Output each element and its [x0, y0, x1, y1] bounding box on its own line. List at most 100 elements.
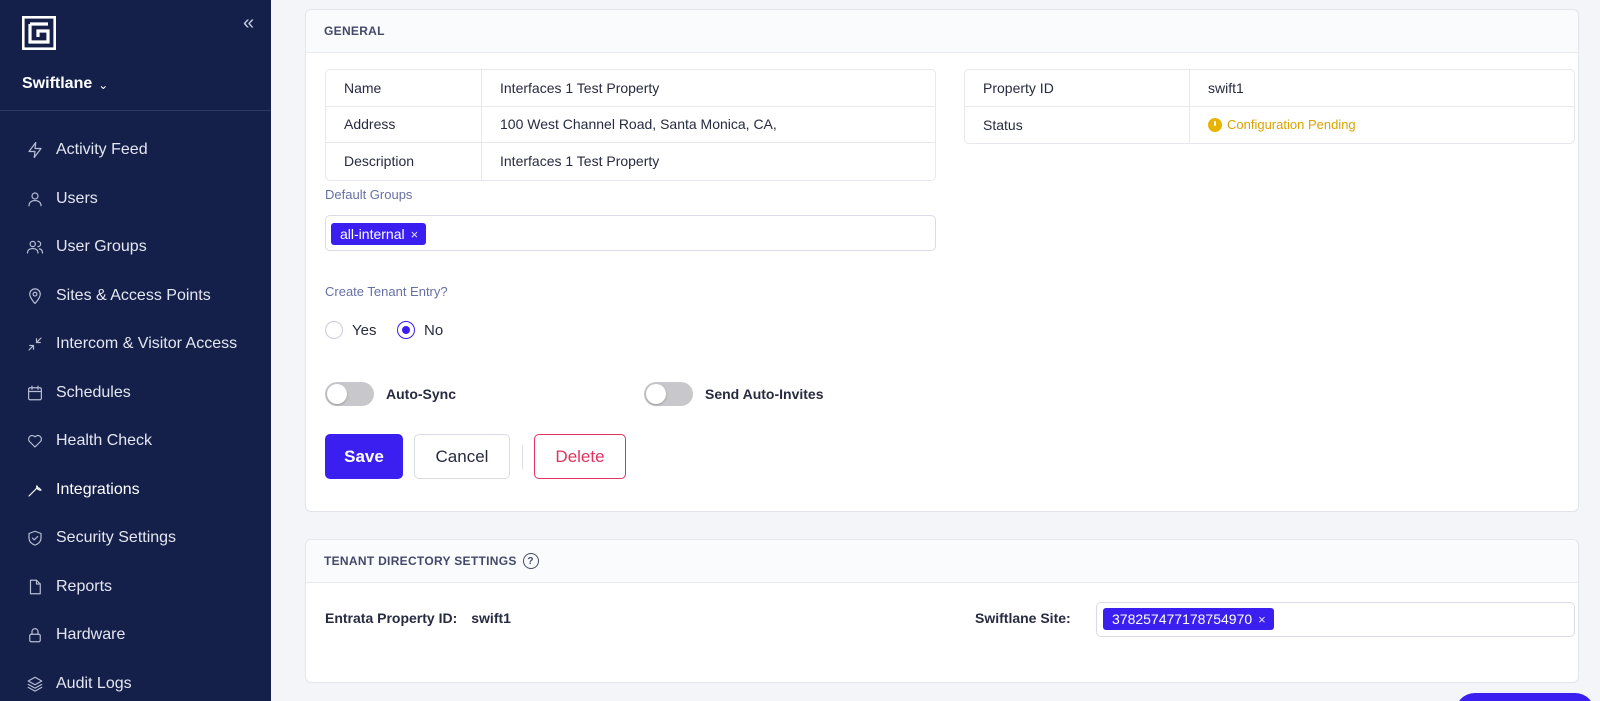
file-icon [29, 579, 41, 595]
radio-no[interactable]: No [397, 321, 443, 339]
sidebar-item-label: Audit Logs [56, 674, 132, 692]
site-tag[interactable]: 378257477178754970 × [1103, 608, 1274, 630]
sidebar-item-hardware[interactable]: Hardware [0, 611, 271, 660]
radio-yes[interactable]: Yes [325, 321, 376, 339]
general-title: GENERAL [324, 24, 385, 38]
clock-icon [1208, 117, 1222, 132]
radio-yes-circle[interactable] [325, 321, 343, 339]
description-value: Interfaces 1 Test Property [500, 153, 660, 170]
calendar-icon [28, 385, 42, 401]
status-key: Status [965, 106, 1190, 143]
status-badge: Configuration Pending [1208, 117, 1356, 132]
group-tag[interactable]: all-internal × [331, 223, 427, 245]
sidebar-item-audit-logs[interactable]: Audit Logs [0, 660, 271, 701]
tenant-directory-header: TENANT DIRECTORY SETTINGS ? [306, 540, 1578, 583]
property-id-key: Property ID [965, 70, 1190, 106]
sidebar-item-intercom-visitor-access[interactable]: Intercom & Visitor Access [0, 320, 271, 369]
layers-icon [27, 676, 43, 692]
send-auto-invites-switch[interactable] [644, 382, 693, 406]
default-groups-label: Default Groups [325, 187, 413, 202]
bolt-icon [28, 142, 42, 159]
sidebar-item-label: Health Check [56, 432, 153, 450]
sidebar-divider [0, 110, 271, 111]
table-row: Property ID swift1 [965, 70, 1574, 107]
auto-sync-toggle[interactable]: Auto-Sync [325, 382, 456, 406]
radio-no-label: No [424, 321, 444, 339]
table-row: Description Interfaces 1 Test Property [326, 143, 935, 180]
sidebar-item-health-check[interactable]: Health Check [0, 417, 271, 466]
sidebar-item-label: Sites & Access Points [56, 286, 211, 304]
swiftlane-site-label-wrap: Swiftlane Site: [975, 610, 1071, 626]
address-key: Address [326, 106, 482, 142]
sidebar-item-label: Hardware [56, 626, 126, 644]
status-value: Configuration Pending [1190, 107, 1356, 144]
radio-yes-label: Yes [352, 321, 377, 339]
org-switcher[interactable]: Swiftlane ⌄ [22, 75, 108, 93]
sidebar-item-label: Reports [56, 577, 113, 595]
heart-icon [28, 435, 42, 448]
collapse-sidebar-icon[interactable]: « [243, 13, 254, 33]
sidebar-item-users[interactable]: Users [0, 175, 271, 224]
save-button[interactable]: Save [325, 434, 403, 479]
sidebar-item-label: Intercom & Visitor Access [56, 335, 238, 353]
name-value: Interfaces 1 Test Property [500, 79, 660, 96]
sidebar-item-sites-access-points[interactable]: Sites & Access Points [0, 272, 271, 321]
sidebar-item-label: Schedules [56, 383, 131, 401]
org-name: Swiftlane [22, 75, 93, 92]
cancel-button[interactable]: Cancel [414, 434, 510, 479]
sidebar: « Swiftlane ⌄ Activity Feed Users User G… [0, 0, 271, 701]
entrata-property-value: swift1 [471, 610, 511, 626]
help-chat-button[interactable] [1455, 693, 1595, 701]
wrench-icon [28, 485, 42, 497]
user-icon [28, 192, 42, 207]
property-status-table: Property ID swift1 Status Configuration … [964, 69, 1575, 144]
sidebar-item-security-settings[interactable]: Security Settings [0, 514, 271, 563]
site-tag-label: 378257477178754970 [1112, 611, 1253, 627]
lock-icon [29, 628, 41, 643]
send-auto-invites-toggle[interactable]: Send Auto-Invites [644, 382, 824, 406]
sidebar-item-user-groups[interactable]: User Groups [0, 223, 271, 272]
toggle-knob [327, 384, 347, 404]
property-details-table: Name Interfaces 1 Test Property Address … [325, 69, 936, 181]
auto-sync-switch[interactable] [325, 382, 374, 406]
remove-tag-icon[interactable]: × [411, 227, 419, 242]
delete-button[interactable]: Delete [534, 434, 626, 479]
chevron-down-icon: ⌄ [98, 78, 109, 92]
entrata-property-label: Entrata Property ID: [325, 610, 458, 626]
remove-tag-icon[interactable]: × [1258, 612, 1266, 627]
arrows-in-icon [28, 337, 42, 351]
sidebar-item-activity-feed[interactable]: Activity Feed [0, 126, 271, 175]
group-tag-label: all-internal [340, 226, 405, 242]
swiftlane-site-label: Swiftlane Site: [975, 610, 1071, 626]
sidebar-item-label: User Groups [56, 238, 147, 256]
sidebar-item-label: Security Settings [56, 529, 177, 547]
sidebar-item-schedules[interactable]: Schedules [0, 369, 271, 418]
help-icon[interactable]: ? [522, 553, 539, 569]
map-pin-icon [29, 288, 41, 304]
description-key: Description [326, 143, 482, 180]
general-card-header: GENERAL [306, 10, 1578, 53]
sidebar-nav: Activity Feed Users User Groups Sites & … [0, 126, 271, 701]
sidebar-item-label: Integrations [56, 480, 140, 498]
sidebar-item-label: Users [56, 189, 98, 207]
property-id-value: swift1 [1208, 79, 1244, 96]
swiftlane-logo-icon[interactable] [22, 16, 56, 50]
name-key: Name [326, 70, 482, 106]
sidebar-item-label: Activity Feed [56, 141, 148, 159]
tenant-directory-title: TENANT DIRECTORY SETTINGS [324, 554, 517, 568]
sidebar-item-reports[interactable]: Reports [0, 563, 271, 612]
send-auto-invites-label: Send Auto-Invites [705, 386, 824, 402]
table-row: Status Configuration Pending [965, 106, 1574, 144]
users-icon [26, 241, 44, 254]
status-text: Configuration Pending [1227, 117, 1356, 133]
button-divider [522, 445, 523, 469]
sidebar-item-integrations[interactable]: Integrations [0, 466, 271, 515]
radio-no-circle[interactable] [397, 321, 415, 339]
auto-sync-label: Auto-Sync [386, 386, 456, 402]
shield-icon [28, 530, 42, 546]
create-tenant-label: Create Tenant Entry? [325, 284, 448, 299]
table-row: Name Interfaces 1 Test Property [326, 70, 935, 107]
address-value: 100 West Channel Road, Santa Monica, CA, [500, 116, 777, 133]
table-row: Address 100 West Channel Road, Santa Mon… [326, 106, 935, 143]
entrata-property-field: Entrata Property ID: swift1 [325, 610, 511, 626]
